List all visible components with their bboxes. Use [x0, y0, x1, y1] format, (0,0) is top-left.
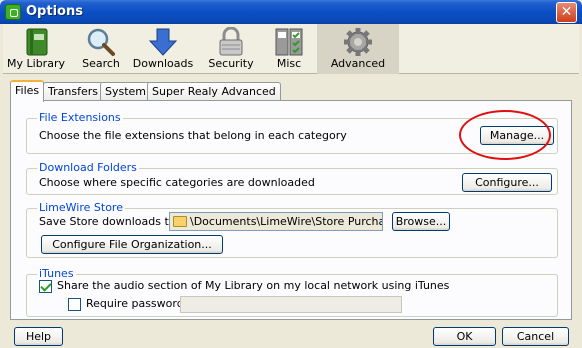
toolbar-label: Advanced	[330, 57, 386, 70]
itunes-group: iTunes Share the audio section of My Lib…	[26, 267, 558, 317]
close-button[interactable]: ✕	[556, 2, 577, 23]
checklist-icon	[275, 28, 303, 56]
group-title: File Extensions	[37, 111, 123, 124]
require-password-checkbox[interactable]	[68, 298, 81, 311]
tab-super-realy-advanced[interactable]: Super Realy Advanced	[147, 82, 281, 101]
toolbar-advanced[interactable]: Advanced	[317, 24, 399, 74]
app-icon	[5, 4, 21, 20]
tab-files[interactable]: Files	[10, 80, 45, 102]
gear-icon	[344, 28, 372, 56]
tab-transfers[interactable]: Transfers	[43, 82, 103, 101]
padlock-icon	[219, 27, 243, 56]
save-store-label: Save Store downloads to:	[39, 215, 180, 228]
tab-system[interactable]: System	[100, 82, 152, 101]
toolbar-label: Downloads	[132, 57, 194, 70]
options-toolbar: My Library Search Downloads Security Mis…	[3, 24, 579, 74]
help-button[interactable]: Help	[14, 327, 63, 346]
require-password-label: Require password	[86, 297, 184, 310]
folder-icon	[173, 216, 187, 227]
store-path-field: \Documents\LimeWire\Store Purchased	[169, 212, 383, 231]
share-itunes-label: Share the audio section of My Library on…	[57, 279, 450, 292]
library-icon	[26, 28, 48, 56]
toolbar-label: Security	[208, 57, 254, 70]
files-tab-panel: File Extensions Choose the file extensio…	[10, 100, 572, 320]
download-folders-description: Choose where specific categories are dow…	[39, 176, 315, 189]
toolbar-misc[interactable]: Misc	[261, 24, 317, 74]
group-title: Download Folders	[37, 161, 139, 174]
cancel-button[interactable]: Cancel	[502, 327, 569, 346]
toolbar-security[interactable]: Security	[203, 24, 259, 74]
limewire-store-group: LimeWire Store Save Store downloads to: …	[26, 201, 558, 258]
toolbar-downloads[interactable]: Downloads	[131, 24, 195, 74]
toolbar-label: Misc	[276, 57, 302, 70]
window-title: Options	[26, 4, 83, 19]
toolbar-label: My Library	[7, 57, 65, 70]
configure-file-organization-button[interactable]: Configure File Organization...	[41, 235, 223, 254]
toolbar-label: Search	[82, 57, 120, 70]
share-itunes-checkbox[interactable]	[39, 280, 52, 293]
browse-button[interactable]: Browse...	[392, 212, 450, 231]
file-extensions-description: Choose the file extensions that belong i…	[39, 129, 347, 142]
download-folders-group: Download Folders Choose where specific c…	[26, 161, 558, 195]
toolbar-my-library[interactable]: My Library	[3, 24, 69, 74]
ok-button[interactable]: OK	[433, 327, 496, 346]
magnifier-icon	[87, 28, 115, 56]
store-path-value: \Documents\LimeWire\Store Purchased	[190, 215, 382, 228]
title-bar: Options ✕	[0, 0, 582, 24]
password-field[interactable]	[180, 296, 402, 313]
download-arrow-icon	[148, 28, 178, 56]
highlight-circle	[459, 110, 551, 160]
group-title: LimeWire Store	[37, 201, 125, 214]
toolbar-search[interactable]: Search	[73, 24, 129, 74]
configure-button[interactable]: Configure...	[462, 173, 552, 192]
